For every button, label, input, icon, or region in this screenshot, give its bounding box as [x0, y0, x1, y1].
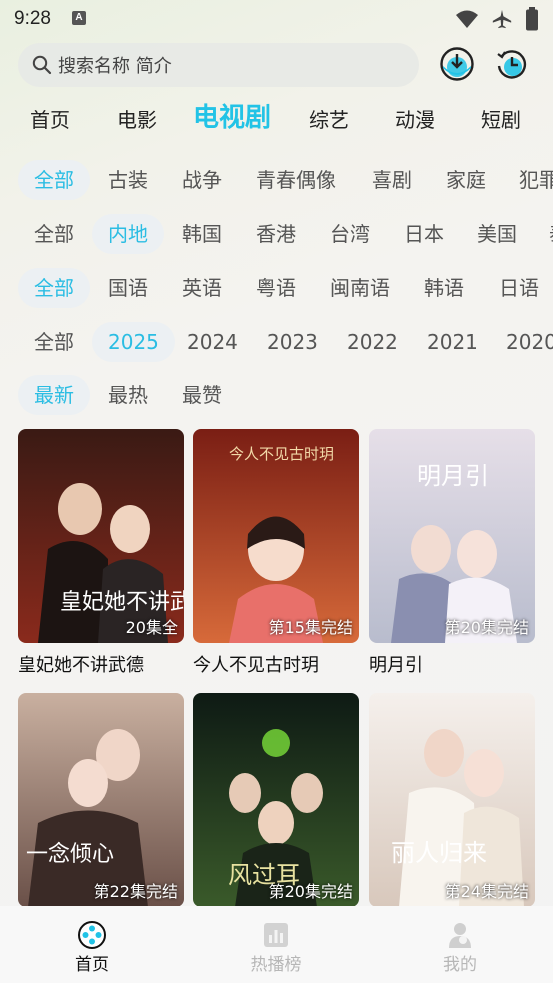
nav-hot-list[interactable]: 热播榜	[216, 906, 336, 983]
show-poster: 今人不见古时玥 第15集完结	[193, 429, 359, 643]
genre-chip[interactable]: 喜剧	[372, 160, 412, 200]
year-chip[interactable]: 2020	[506, 322, 553, 362]
history-icon	[497, 50, 527, 79]
region-chip[interactable]: 内地	[92, 214, 164, 254]
region-chip[interactable]: 全部	[34, 214, 74, 254]
poster-title-art: 明月引	[417, 462, 489, 490]
year-filter-row: 全部 2025 2024 2023 2022 2021 2020	[0, 322, 553, 362]
chart-icon	[264, 923, 288, 947]
poster-title-art: 今人不见古时玥	[229, 445, 334, 463]
genre-filter-row: 全部 古装 战争 青春偶像 喜剧 家庭 犯罪	[0, 160, 553, 200]
language-chip[interactable]: 国语	[108, 268, 148, 308]
genre-chip[interactable]: 家庭	[446, 160, 486, 200]
show-poster: 一念倾心 第22集完结	[18, 693, 184, 907]
poster-title-art: 一念倾心	[26, 842, 114, 867]
airplane-icon	[492, 9, 512, 29]
poster-title-art: 丽人归来	[391, 839, 487, 867]
show-card[interactable]: 皇妃她不讲武德 20集全 皇妃她不讲武德	[18, 429, 184, 677]
episode-badge: 第20集完结	[444, 618, 529, 637]
episode-badge: 20集全	[125, 618, 178, 637]
status-icons	[455, 7, 539, 31]
episode-badge: 第24集完结	[444, 882, 529, 901]
year-chip[interactable]: 全部	[34, 322, 74, 362]
language-chip[interactable]: 英语	[182, 268, 222, 308]
show-card[interactable]: 风过耳 第20集完结	[193, 693, 359, 907]
genre-chip[interactable]: 古装	[108, 160, 148, 200]
tab-anime[interactable]: 动漫	[395, 96, 435, 144]
nav-label: 我的	[443, 955, 477, 975]
sort-chip[interactable]: 最新	[18, 375, 90, 415]
show-card[interactable]: 明月引 第20集完结 明月引	[369, 429, 535, 677]
history-button[interactable]	[494, 46, 530, 82]
show-title: 皇妃她不讲武德	[18, 655, 144, 676]
poster-title-art: 皇妃她不讲武德	[60, 590, 184, 615]
search-placeholder: 搜索名称 简介	[58, 56, 172, 77]
tab-tv-series[interactable]: 电视剧	[193, 94, 271, 142]
language-chip[interactable]: 粤语	[256, 268, 296, 308]
main-tabs: 首页 电影 电视剧 综艺 动漫 短剧	[0, 96, 553, 144]
tab-short-drama[interactable]: 短剧	[481, 96, 521, 144]
profile-icon	[449, 923, 471, 948]
tab-variety[interactable]: 综艺	[309, 96, 349, 144]
language-chip[interactable]: 韩语	[424, 268, 464, 308]
episode-badge: 第15集完结	[268, 618, 353, 637]
year-chip[interactable]: 2021	[427, 322, 478, 362]
show-title: 今人不见古时玥	[193, 655, 319, 676]
wifi-icon	[456, 10, 478, 28]
language-chip[interactable]: 闽南语	[330, 268, 390, 308]
tab-home[interactable]: 首页	[30, 96, 70, 144]
nav-label: 首页	[75, 955, 109, 975]
nav-label: 热播榜	[250, 955, 302, 975]
notification-icon: A	[72, 11, 86, 25]
search-input[interactable]: 搜索名称 简介	[18, 43, 419, 87]
show-card[interactable]: 今人不见古时玥 第15集完结 今人不见古时玥	[193, 429, 359, 677]
year-chip[interactable]: 2023	[267, 322, 318, 362]
region-chip[interactable]: 美国	[477, 214, 517, 254]
language-filter-row: 全部 国语 英语 粤语 闽南语 韩语 日语	[0, 268, 553, 308]
download-icon	[440, 47, 474, 81]
region-chip[interactable]: 台湾	[330, 214, 370, 254]
show-card[interactable]: 丽人归来 第24集完结	[369, 693, 535, 907]
region-chip[interactable]: 日本	[404, 214, 444, 254]
download-button[interactable]	[439, 46, 475, 82]
status-bar: 9:28 A	[0, 0, 553, 38]
sort-filter-row: 最新 最热 最赞	[0, 375, 553, 415]
show-poster: 皇妃她不讲武德 20集全	[18, 429, 184, 643]
search-icon	[32, 55, 52, 75]
tab-movie[interactable]: 电影	[117, 96, 157, 144]
region-chip[interactable]: 泰	[549, 214, 553, 254]
sort-chip[interactable]: 最赞	[182, 375, 222, 415]
region-chip[interactable]: 韩国	[182, 214, 222, 254]
region-chip[interactable]: 香港	[256, 214, 296, 254]
nav-home[interactable]: 首页	[32, 906, 152, 983]
genre-chip[interactable]: 全部	[18, 160, 90, 200]
bottom-nav: 首页 热播榜 我的	[0, 906, 553, 983]
episode-badge: 第22集完结	[93, 882, 178, 901]
episode-badge: 第20集完结	[268, 882, 353, 901]
year-chip[interactable]: 2022	[347, 322, 398, 362]
genre-chip[interactable]: 犯罪	[519, 160, 553, 200]
year-chip[interactable]: 2024	[187, 322, 238, 362]
show-title: 明月引	[369, 655, 423, 676]
language-chip[interactable]: 全部	[18, 268, 90, 308]
nav-profile[interactable]: 我的	[400, 906, 520, 983]
year-chip[interactable]: 2025	[92, 322, 175, 362]
show-card[interactable]: 一念倾心 第22集完结	[18, 693, 184, 907]
show-poster: 丽人归来 第24集完结	[369, 693, 535, 907]
status-time: 9:28	[14, 8, 51, 29]
genre-chip[interactable]: 战争	[182, 160, 222, 200]
show-poster: 风过耳 第20集完结	[193, 693, 359, 907]
genre-chip[interactable]: 青春偶像	[256, 160, 336, 200]
film-reel-icon	[78, 921, 106, 949]
battery-icon	[526, 7, 538, 31]
sort-chip[interactable]: 最热	[108, 375, 148, 415]
region-filter-row: 全部 内地 韩国 香港 台湾 日本 美国 泰	[0, 214, 553, 254]
show-poster: 明月引 第20集完结	[369, 429, 535, 643]
language-chip[interactable]: 日语	[499, 268, 539, 308]
